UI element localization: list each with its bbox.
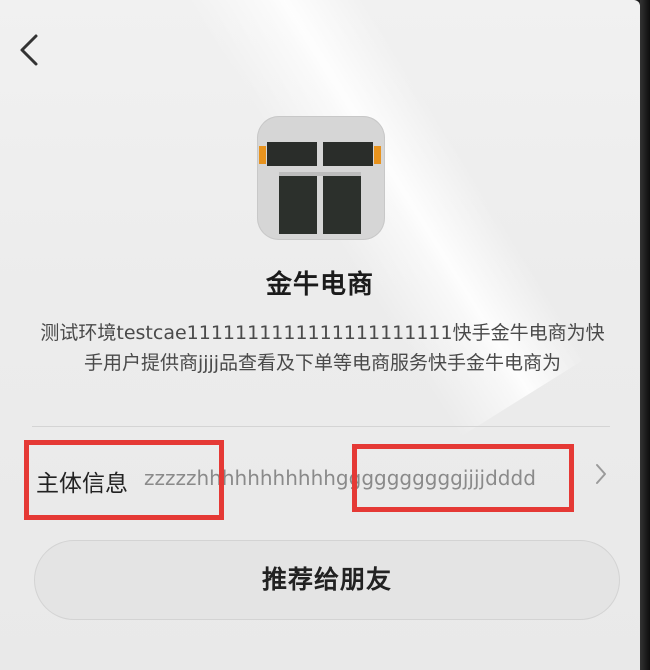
entity-info-row[interactable]: 主体信息 zzzzzhhhhhhhhhhhggggggggggjjjjdddd <box>36 450 616 498</box>
divider <box>32 426 610 427</box>
store-front-icon <box>259 142 381 234</box>
app-info-screen: 金牛电商 测试环境testcae1111111111111111111111快手… <box>0 0 640 670</box>
entity-info-label: 主体信息 <box>36 471 128 497</box>
app-name: 金牛电商 <box>265 270 374 300</box>
recommend-to-friend-button[interactable]: 推荐给朋友 <box>34 540 620 620</box>
chevron-right-icon <box>596 464 606 484</box>
back-button[interactable] <box>14 30 46 70</box>
app-logo <box>257 116 385 240</box>
entity-info-value: zzzzzhhhhhhhhhhhggggggggggjjjjdddd <box>144 466 536 490</box>
app-description: 测试环境testcae1111111111111111111111快手金牛电商为… <box>40 322 605 374</box>
device-bezel <box>640 0 650 670</box>
chevron-left-icon <box>20 34 38 66</box>
